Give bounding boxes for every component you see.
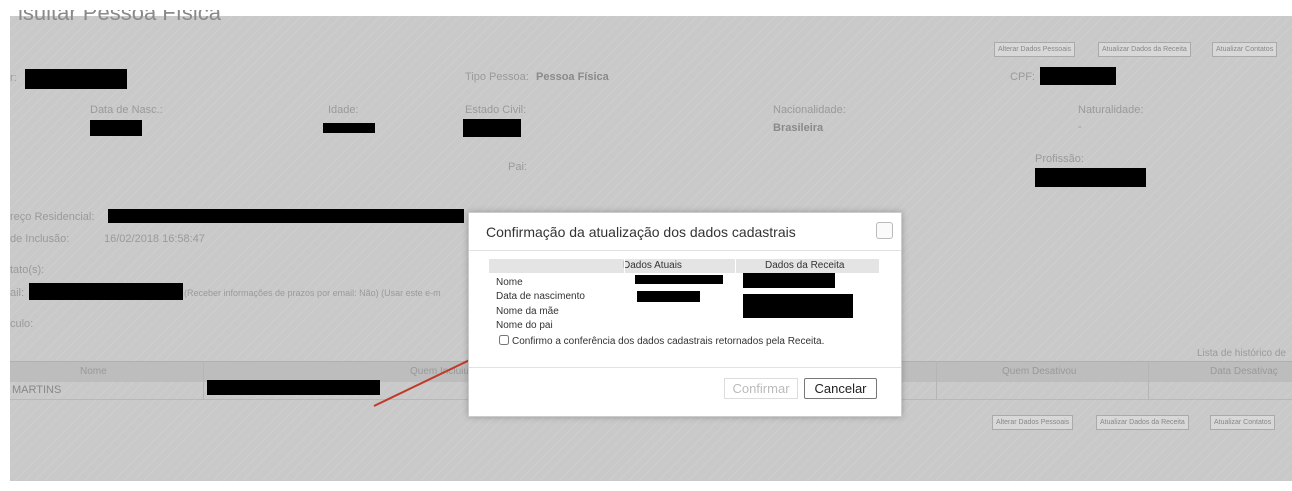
idade-redacted <box>323 123 375 133</box>
cpf-label: CPF: <box>1010 71 1036 83</box>
confirm-update-dialog: Confirmação da atualização dos dados cad… <box>468 212 902 417</box>
confirm-button[interactable]: Confirmar <box>724 378 798 399</box>
cancel-button[interactable]: Cancelar <box>804 378 877 399</box>
col-quem-desativou-header[interactable]: Quem Desativou <box>1002 366 1076 377</box>
atualizar-contatos-button[interactable]: Atualizar Contatos <box>1212 42 1278 57</box>
name-redacted <box>25 69 127 89</box>
confirm-checkbox[interactable] <box>499 335 509 345</box>
atualizar-dados-receita-button[interactable]: Atualizar Dados da Receita <box>1098 42 1191 57</box>
endereco-redacted <box>108 209 464 223</box>
row-nome-label: Nome <box>496 277 523 288</box>
tipo-pessoa-label: Tipo Pessoa: <box>465 71 529 83</box>
cpf-redacted <box>1040 67 1116 85</box>
estado-civil-label: Estado Civil: <box>465 104 527 116</box>
email-redacted <box>29 283 183 300</box>
alterar-dados-pessoais-button[interactable]: Alterar Dados Pessoais <box>994 42 1076 57</box>
left-margin <box>0 0 10 491</box>
endereco-label: reço Residencial: <box>10 211 95 223</box>
email-note: (Receber informações de prazos por email… <box>184 288 441 298</box>
atual-nascimento-redacted <box>637 291 700 302</box>
contatos-label: tato(s): <box>10 264 45 276</box>
confirm-checkbox-row[interactable]: Confirmo a conferência dos dados cadastr… <box>499 335 824 347</box>
comparison-table-header: Dados Atuais Dados da Receita <box>489 259 879 273</box>
receita-nascimento-mae-redacted <box>743 294 853 318</box>
pai-label: Pai: <box>508 161 527 173</box>
historico-link[interactable]: Lista de histórico de <box>1197 348 1286 359</box>
table-col-separator <box>624 259 625 273</box>
row-nome-pai-label: Nome do pai <box>496 320 553 331</box>
receita-nome-redacted <box>743 273 835 288</box>
inclusao-value: 16/02/2018 16:58:47 <box>104 233 205 245</box>
profissao-redacted <box>1035 168 1146 187</box>
inclusao-label: de Inclusão: <box>10 233 70 245</box>
email-label: ail: <box>10 287 25 299</box>
row-data-nascimento-label: Data de nascimento <box>496 291 585 302</box>
tipo-pessoa-value: Pessoa Física <box>536 71 609 83</box>
estado-civil-redacted <box>463 119 521 137</box>
row-nome-mae-label: Nome da mãe <box>496 306 559 317</box>
row-quem-incluiu-redacted <box>207 380 380 395</box>
col-data-desativacao-header[interactable]: Data Desativaç <box>1210 366 1278 377</box>
alterar-dados-pessoais-button-bottom[interactable]: Alterar Dados Pessoais <box>992 415 1074 430</box>
idade-label: Idade: <box>328 104 359 116</box>
profissao-label: Profissão: <box>1035 153 1084 165</box>
atual-nome-redacted <box>635 275 723 284</box>
naturalidade-label: Naturalidade: <box>1078 104 1144 116</box>
table-col-separator <box>735 259 736 273</box>
nacionalidade-label: Nacionalidade: <box>773 104 846 116</box>
confirm-checkbox-label: Confirmo a conferência dos dados cadastr… <box>512 336 825 347</box>
dialog-divider <box>469 367 901 368</box>
name-label: r: <box>10 72 17 84</box>
nacionalidade-value: Brasileira <box>773 122 824 134</box>
dialog-title: Confirmação da atualização dos dados cad… <box>486 224 796 240</box>
atualizar-dados-receita-button-bottom[interactable]: Atualizar Dados da Receita <box>1096 415 1189 430</box>
col-dados-atuais: Dados Atuais <box>623 260 682 271</box>
data-nasc-label: Data de Nasc.: <box>90 104 163 116</box>
close-icon[interactable] <box>876 222 893 239</box>
dialog-divider <box>469 250 901 251</box>
col-nome-header[interactable]: Nome <box>80 366 107 377</box>
naturalidade-value: - <box>1078 121 1082 133</box>
bottom-margin <box>0 481 1292 491</box>
row-nome: MARTINS <box>12 384 62 396</box>
atualizar-contatos-button-bottom[interactable]: Atualizar Contatos <box>1210 415 1276 430</box>
col-dados-receita: Dados da Receita <box>765 260 845 271</box>
data-nasc-redacted <box>90 120 142 136</box>
vinculo-label: culo: <box>10 318 34 330</box>
